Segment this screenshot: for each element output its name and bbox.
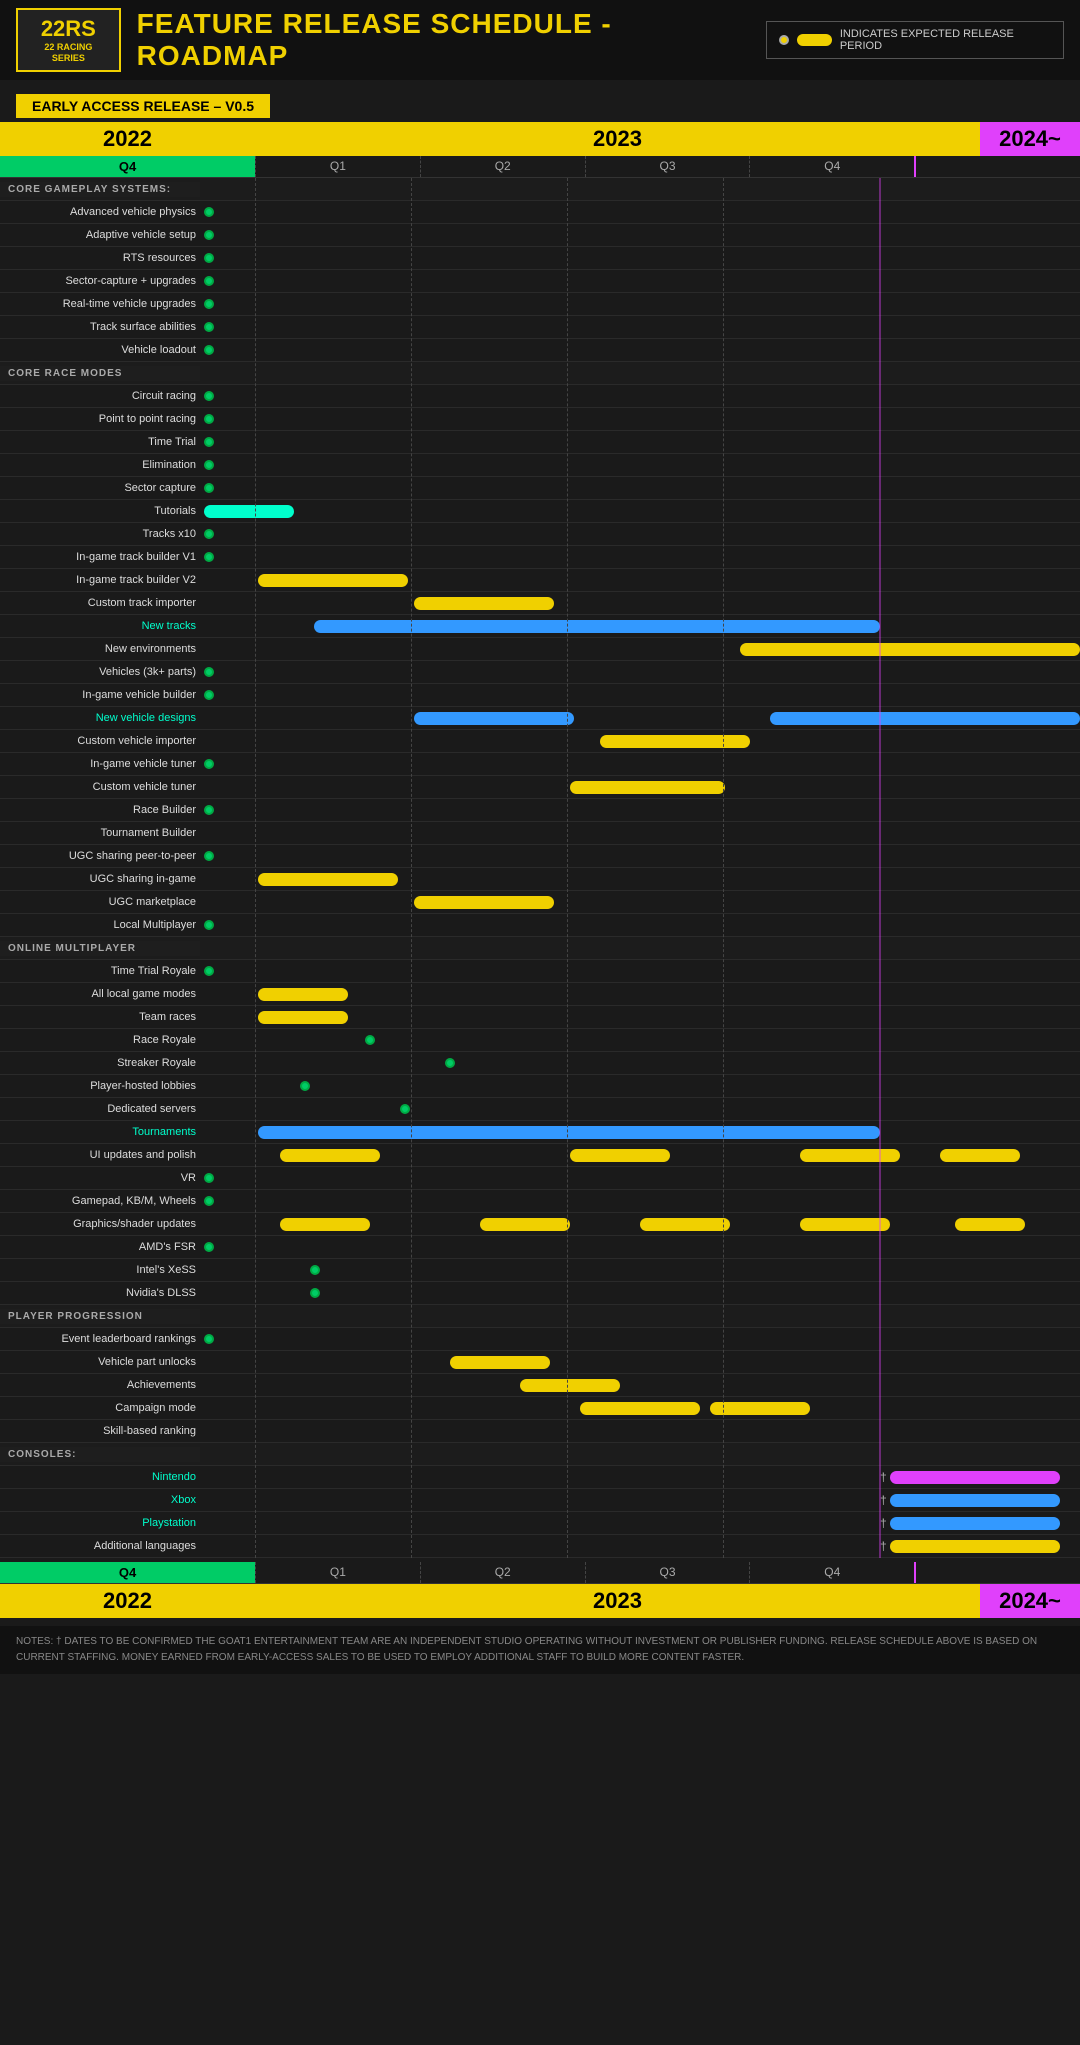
row-vr: VR (0, 1167, 1080, 1190)
bottom-q3-label: Q3 (585, 1562, 750, 1583)
row-dedicated-servers: Dedicated servers (0, 1098, 1080, 1121)
bottom-year-2024: 2024~ (980, 1584, 1080, 1618)
row-vehicle-builder: In-game vehicle builder (0, 684, 1080, 707)
q3-label: Q3 (585, 156, 750, 177)
row-ugc-ingame: UGC sharing in-game (0, 868, 1080, 891)
year-2022-header: 2022 (0, 122, 255, 156)
q2024-label (914, 156, 1080, 177)
row-input-devices: Gamepad, KB/M, Wheels (0, 1190, 1080, 1213)
section-online-multiplayer: ONLINE MULTIPLAYER (0, 937, 1080, 960)
q4b-label: Q4 (749, 156, 914, 177)
row-nvidia-dlss: Nvidia's DLSS (0, 1282, 1080, 1305)
row-sector-capture: Sector capture (0, 477, 1080, 500)
header: 22RS 22 RACING SERIES FEATURE RELEASE SC… (0, 0, 1080, 80)
row-point-to-point: Point to point racing (0, 408, 1080, 431)
notes-section: NOTES: † DATES TO BE CONFIRMED THE GOAT1… (0, 1626, 1080, 1674)
row-track-builder-v2: In-game track builder V2 (0, 569, 1080, 592)
row-new-vehicle-designs: New vehicle designs (0, 707, 1080, 730)
row-new-environments: New environments (0, 638, 1080, 661)
year-header-row: 2022 2023 2024~ (0, 122, 1080, 156)
bottom-year-2022: 2022 (0, 1584, 255, 1618)
section-player-progression: PLAYER PROGRESSION (0, 1305, 1080, 1328)
row-languages: Additional languages † (0, 1535, 1080, 1558)
row-player-hosted-lobbies: Player-hosted lobbies (0, 1075, 1080, 1098)
q4-2022-label: Q4 (0, 156, 255, 177)
row-vehicle-tuner-ingame: In-game vehicle tuner (0, 753, 1080, 776)
row-intel-xess: Intel's XeSS (0, 1259, 1080, 1282)
row-sector-capture-upgrades: Sector-capture + upgrades (0, 270, 1080, 293)
row-new-tracks: New tracks (0, 615, 1080, 638)
row-custom-vehicle-importer: Custom vehicle importer (0, 730, 1080, 753)
row-race-builder: Race Builder (0, 799, 1080, 822)
bottom-quarter-header: Q4 Q1 Q2 Q3 Q4 (0, 1562, 1080, 1584)
quarter-header-row: Q4 Q1 Q2 Q3 Q4 (0, 156, 1080, 178)
legend: INDICATES EXPECTED RELEASE PERIOD (766, 21, 1064, 59)
row-adaptive-vehicle-setup: Adaptive vehicle setup (0, 224, 1080, 247)
row-campaign-mode: Campaign mode (0, 1397, 1080, 1420)
row-tracks-x10: Tracks x10 (0, 523, 1080, 546)
logo-full: 22 RACING SERIES (28, 42, 109, 64)
row-ui-updates: UI updates and polish (0, 1144, 1080, 1167)
bottom-q4-2022-label: Q4 (0, 1562, 255, 1583)
row-tournament-builder: Tournament Builder (0, 822, 1080, 845)
section-core-gameplay: CORE GAMEPLAY SYSTEMS: (0, 178, 1080, 201)
row-ugc-p2p: UGC sharing peer-to-peer (0, 845, 1080, 868)
section-consoles: CONSOLES: (0, 1443, 1080, 1466)
row-vehicle-part-unlocks: Vehicle part unlocks (0, 1351, 1080, 1374)
row-playstation: Playstation † (0, 1512, 1080, 1535)
logo: 22RS 22 RACING SERIES (16, 8, 121, 72)
row-track-surface-abilities: Track surface abilities (0, 316, 1080, 339)
timeline-container: 2022 2023 2024~ Q4 Q1 Q2 Q3 Q4 CORE GAME… (0, 118, 1080, 1618)
row-nintendo: Nintendo † (0, 1466, 1080, 1489)
row-xbox: Xbox † (0, 1489, 1080, 1512)
row-elimination: Elimination (0, 454, 1080, 477)
row-custom-track-importer: Custom track importer (0, 592, 1080, 615)
row-time-trial-royale: Time Trial Royale (0, 960, 1080, 983)
row-achievements: Achievements (0, 1374, 1080, 1397)
year-2024-header: 2024~ (980, 122, 1080, 156)
row-race-royale: Race Royale (0, 1029, 1080, 1052)
bottom-q1-label: Q1 (255, 1562, 420, 1583)
row-vehicles-3k: Vehicles (3k+ parts) (0, 661, 1080, 684)
row-tournaments: Tournaments (0, 1121, 1080, 1144)
row-skill-ranking: Skill-based ranking (0, 1420, 1080, 1443)
year-2023-header: 2023 (255, 122, 980, 156)
row-streaker-royale: Streaker Royale (0, 1052, 1080, 1075)
legend-bar-icon (797, 34, 832, 46)
section-core-race-modes: CORE RACE MODES (0, 362, 1080, 385)
q2-label: Q2 (420, 156, 585, 177)
legend-text: INDICATES EXPECTED RELEASE PERIOD (840, 28, 1051, 52)
gantt-rows: CORE GAMEPLAY SYSTEMS: Advanced vehicle … (0, 178, 1080, 1558)
row-rts-resources: RTS resources (0, 247, 1080, 270)
row-advanced-vehicle-physics: Advanced vehicle physics (0, 201, 1080, 224)
row-realtime-vehicle-upgrades: Real-time vehicle upgrades (0, 293, 1080, 316)
early-access-label: EARLY ACCESS RELEASE – V0.5 (16, 94, 270, 118)
row-vehicle-loadout: Vehicle loadout (0, 339, 1080, 362)
row-tutorials: Tutorials (0, 500, 1080, 523)
logo-abbr: 22RS (28, 16, 109, 42)
row-local-multiplayer: Local Multiplayer (0, 914, 1080, 937)
row-circuit-racing: Circuit racing (0, 385, 1080, 408)
row-track-builder-v1: In-game track builder V1 (0, 546, 1080, 569)
bottom-q2024-label (914, 1562, 1080, 1583)
bottom-year-2023: 2023 (255, 1584, 980, 1618)
q1-label: Q1 (255, 156, 420, 177)
bottom-q2-label: Q2 (420, 1562, 585, 1583)
row-event-leaderboard: Event leaderboard rankings (0, 1328, 1080, 1351)
row-ugc-marketplace: UGC marketplace (0, 891, 1080, 914)
bottom-q4b-label: Q4 (749, 1562, 914, 1583)
row-amd-fsr: AMD's FSR (0, 1236, 1080, 1259)
legend-dot-icon (779, 35, 789, 45)
page-title: FEATURE RELEASE SCHEDULE - ROADMAP (137, 8, 751, 72)
row-graphics-shader: Graphics/shader updates (0, 1213, 1080, 1236)
row-time-trial: Time Trial (0, 431, 1080, 454)
row-custom-vehicle-tuner: Custom vehicle tuner (0, 776, 1080, 799)
bottom-year-header: 2022 2023 2024~ (0, 1584, 1080, 1618)
row-team-races: Team races (0, 1006, 1080, 1029)
row-all-local-modes: All local game modes (0, 983, 1080, 1006)
